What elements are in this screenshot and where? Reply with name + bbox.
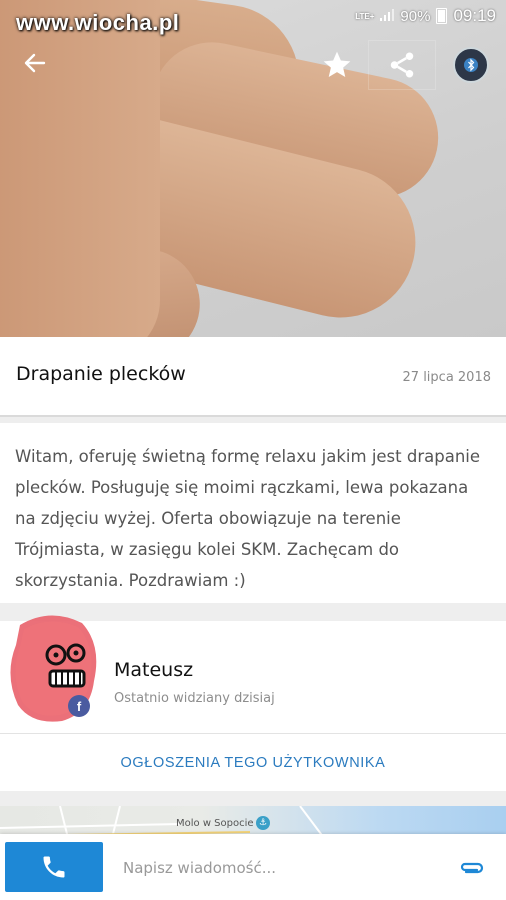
network-type: LTE+ xyxy=(355,11,375,21)
phone-icon xyxy=(43,856,65,878)
facebook-icon: f xyxy=(68,695,90,717)
clock: 09:19 xyxy=(453,6,496,25)
ad-title-card: Drapanie plecków 27 lipca 2018 xyxy=(0,337,506,417)
battery-percent: 90% xyxy=(400,7,431,25)
ad-date: 27 lipca 2018 xyxy=(402,370,491,385)
share-icon xyxy=(390,52,414,78)
favorite-button[interactable] xyxy=(316,44,358,86)
map-label: Molo w Sopocie xyxy=(176,818,254,829)
battery-icon xyxy=(436,8,448,24)
star-icon xyxy=(323,51,351,77)
back-button[interactable] xyxy=(14,42,56,84)
call-button[interactable] xyxy=(5,842,103,892)
message-input[interactable] xyxy=(123,856,423,880)
bottom-bar xyxy=(0,834,506,900)
user-name[interactable]: Mateusz xyxy=(114,659,193,681)
ad-description-card: Witam, oferuję świetną formę relaxu jaki… xyxy=(0,423,506,603)
ad-title: Drapanie plecków xyxy=(16,363,186,385)
bluetooth-icon-badge xyxy=(453,47,489,83)
status-indicators: LTE+ 90% 09:19 xyxy=(355,6,496,26)
signal-icon xyxy=(380,8,395,25)
bluetooth-icon xyxy=(464,58,478,72)
attach-button[interactable] xyxy=(456,854,488,882)
ad-description: Witam, oferuję świetną formę relaxu jaki… xyxy=(15,447,481,590)
status-bar: www.wiocha.pl LTE+ 90% 09:19 xyxy=(0,0,506,35)
user-card: f Mateusz Ostatnio widziany dzisiaj OGŁO… xyxy=(0,615,506,791)
user-last-seen: Ostatnio widziany dzisiaj xyxy=(114,691,275,706)
avatar[interactable]: f xyxy=(10,615,100,725)
arrow-left-icon xyxy=(24,53,46,73)
map-pin-icon: ⚓ xyxy=(256,816,270,830)
user-ads-link[interactable]: OGŁOSZENIA TEGO UŻYTKOWNIKA xyxy=(0,734,506,791)
bluetooth-button[interactable] xyxy=(450,44,492,86)
paperclip-icon xyxy=(460,862,484,874)
watermark: www.wiocha.pl xyxy=(16,10,180,35)
share-button[interactable] xyxy=(368,40,436,90)
